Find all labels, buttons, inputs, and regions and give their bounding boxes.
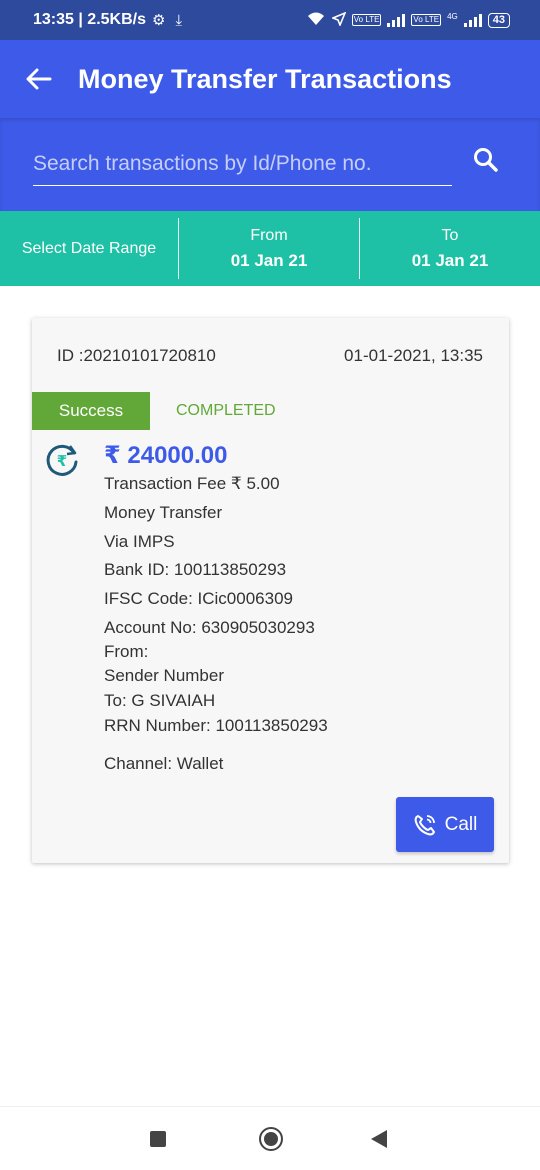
from-label: From	[250, 226, 288, 244]
ifsc-code: IFSC Code: ICic0006309	[104, 589, 293, 608]
download-icon: ⤓	[175, 11, 183, 29]
status-separator: |	[73, 11, 88, 28]
to-date-picker[interactable]: To 01 Jan 21	[360, 211, 540, 286]
volte-badge-2: Vo LTE	[411, 14, 442, 26]
svg-text:₹: ₹	[57, 452, 67, 470]
network-type: 4G	[447, 11, 458, 21]
transaction-datetime: 01-01-2021, 13:35	[344, 346, 483, 365]
home-icon	[264, 1132, 278, 1146]
transaction-card[interactable]: ID :20210101720810 01-01-2021, 13:35 Suc…	[32, 318, 509, 863]
rrn-number: RRN Number: 100113850293	[104, 716, 328, 735]
transaction-type: Money Transfer	[104, 503, 223, 522]
from-field: From:	[104, 642, 149, 661]
to-field: To: G SIVAIAH	[104, 691, 216, 710]
rupee-refresh-icon: ₹	[46, 444, 78, 476]
search-button[interactable]	[466, 140, 506, 180]
signal-icon-2	[463, 13, 482, 27]
call-label: Call	[444, 813, 478, 835]
transaction-amount: ₹ 24000.00	[104, 442, 228, 469]
gear-icon: ⚙	[152, 12, 166, 29]
back-nav-button[interactable]	[371, 1130, 387, 1148]
transaction-fee: Transaction Fee ₹ 5.00	[104, 474, 280, 493]
signal-icon	[387, 13, 406, 27]
status-badge: Success	[32, 392, 150, 430]
home-button[interactable]	[259, 1127, 283, 1151]
arrow-left-icon	[26, 68, 52, 90]
volte-badge: Vo LTE	[351, 14, 382, 26]
status-time: 13:35	[33, 11, 74, 28]
status-text: COMPLETED	[176, 402, 276, 419]
location-icon	[330, 11, 347, 29]
app-bar: Money Transfer Transactions	[0, 40, 540, 118]
date-range-bar: Select Date Range From 01 Jan 21 To 01 J…	[0, 211, 540, 286]
date-range-label: Select Date Range	[21, 239, 157, 257]
status-icons: Vo LTE Vo LTE 4G 43	[306, 11, 510, 29]
call-button[interactable]: Call	[396, 797, 494, 852]
wifi-icon	[306, 12, 326, 29]
transaction-id: ID :20210101720810	[57, 346, 216, 365]
channel: Channel: Wallet	[104, 754, 224, 773]
bank-id: Bank ID: 100113850293	[104, 560, 287, 579]
sender-number: Sender Number	[104, 666, 225, 685]
navigation-bar	[0, 1106, 540, 1170]
from-value: 01 Jan 21	[230, 250, 308, 270]
account-number: Account No: 630905030293	[104, 618, 315, 637]
phone-icon	[414, 814, 435, 835]
back-button[interactable]	[0, 40, 78, 118]
status-bar: 13:35 | 2.5KB/s ⚙ ⤓ Vo LTE Vo LTE 4G 43	[0, 0, 540, 40]
recents-button[interactable]	[150, 1131, 166, 1147]
battery-icon: 43	[487, 12, 510, 28]
search-icon	[474, 148, 498, 172]
page-title: Money Transfer Transactions	[78, 63, 452, 94]
from-date-picker[interactable]: From 01 Jan 21	[179, 211, 359, 286]
transaction-via: Via IMPS	[104, 532, 175, 551]
search-input[interactable]	[33, 148, 452, 186]
status-speed: 2.5KB/s	[87, 11, 146, 28]
to-value: 01 Jan 21	[411, 250, 489, 270]
search-bar	[0, 118, 540, 211]
to-label: To	[441, 226, 459, 244]
